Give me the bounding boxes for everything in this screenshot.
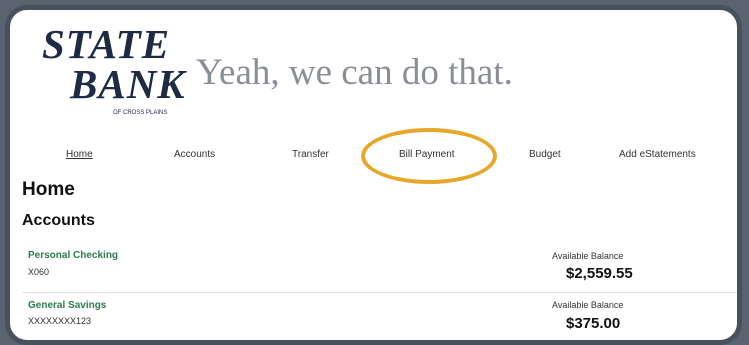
accounts-heading: Accounts <box>22 212 95 229</box>
logo-subline: OF CROSS PLAINS <box>113 110 168 116</box>
nav-home[interactable]: Home <box>66 149 93 160</box>
bank-logo[interactable]: STATE BANK OF CROSS PLAINS <box>40 24 200 124</box>
nav-budget[interactable]: Budget <box>529 149 561 160</box>
balance-amount: $2,559.55 <box>566 265 633 282</box>
page-title: Home <box>22 179 75 200</box>
row-divider <box>22 292 737 293</box>
balance-amount: $375.00 <box>566 315 621 332</box>
logo-bank-text: BANK <box>70 61 186 107</box>
logo-state-text: STATE <box>42 21 171 67</box>
tagline: Yeah, we can do that. <box>196 52 513 93</box>
nav-accounts[interactable]: Accounts <box>174 149 215 160</box>
balance-label: Available Balance <box>552 251 624 261</box>
balance-label: Available Balance <box>552 300 624 310</box>
nav-transfer[interactable]: Transfer <box>292 149 329 160</box>
account-number: X060 <box>28 267 50 277</box>
nav-add-estatements[interactable]: Add eStatements <box>619 149 696 160</box>
account-name-checking[interactable]: Personal Checking <box>28 250 118 261</box>
account-name-savings[interactable]: General Savings <box>28 300 106 311</box>
screen-frame: STATE BANK OF CROSS PLAINS Yeah, we can … <box>5 5 742 345</box>
bill-payment-highlight-circle <box>361 128 497 184</box>
